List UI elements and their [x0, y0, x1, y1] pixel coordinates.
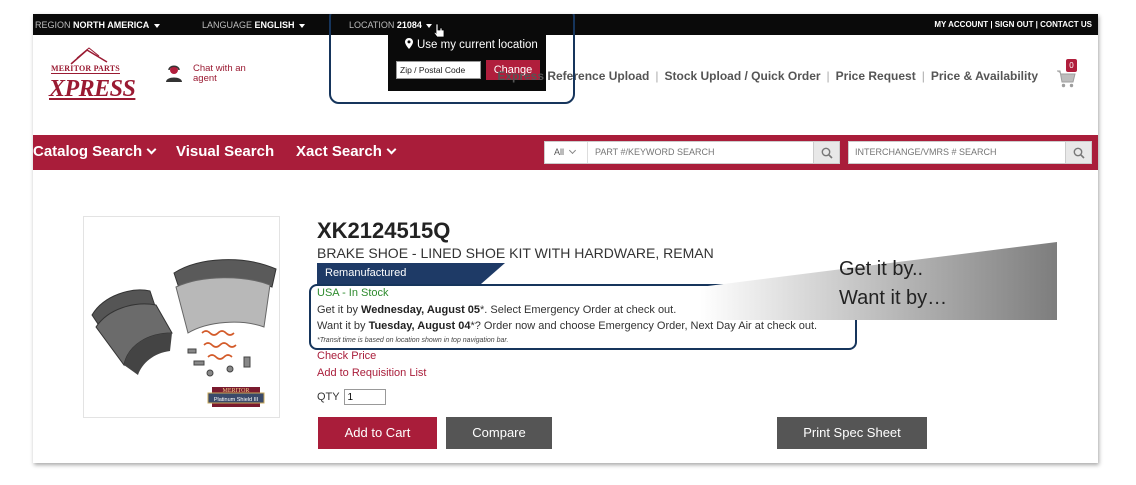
callout-shape	[700, 242, 1057, 320]
callout-line-2: Want it by…	[839, 287, 948, 309]
callout-line-1: Get it by..	[839, 258, 924, 280]
